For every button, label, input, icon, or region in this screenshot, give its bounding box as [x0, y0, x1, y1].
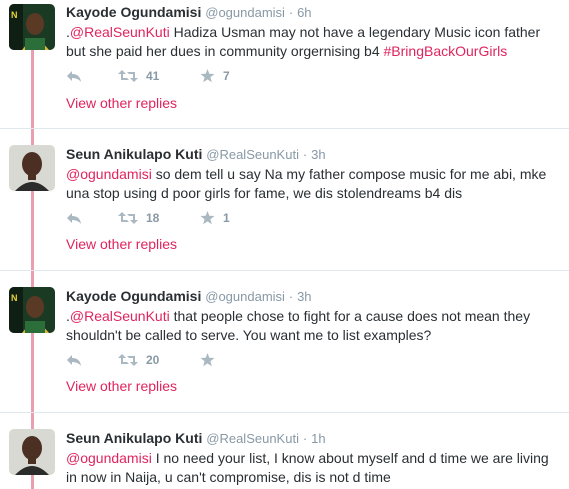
avatar[interactable]: N — [9, 287, 55, 333]
tweet-header: Seun Anikulapo Kuti @RealSeunKuti · 3h — [66, 145, 326, 164]
star-icon — [200, 211, 215, 225]
tweet-header: Kayode Ogundamisi @ogundamisi · 3h — [66, 287, 312, 306]
retweet-button[interactable]: 18 — [118, 208, 159, 228]
reply-icon — [66, 211, 82, 225]
conversation-thread: N Kayode Ogundamisi @ogundamisi · 6h .@R… — [0, 0, 569, 489]
mention-link[interactable]: @ogundamisi — [66, 450, 152, 466]
tweet-divider — [0, 128, 569, 129]
reply-button[interactable] — [66, 350, 82, 370]
tweet[interactable]: Seun Anikulapo Kuti @RealSeunKuti · 3h @… — [0, 142, 569, 260]
svg-text:N: N — [11, 10, 18, 20]
tweet-header: Seun Anikulapo Kuti @RealSeunKuti · 1h — [66, 429, 326, 448]
view-other-replies-link[interactable]: View other replies — [66, 236, 177, 252]
favorite-count: 7 — [223, 69, 230, 83]
view-other-replies-link[interactable]: View other replies — [66, 378, 177, 394]
avatar[interactable]: N — [9, 4, 55, 50]
favorite-button[interactable]: 7 — [200, 66, 230, 86]
retweet-count: 20 — [146, 353, 160, 367]
user-handle[interactable]: @RealSeunKuti — [206, 431, 299, 446]
view-other-replies-link[interactable]: View other replies — [66, 95, 177, 111]
mention-link[interactable]: @ogundamisi — [66, 166, 152, 182]
user-fullname[interactable]: Seun Anikulapo Kuti — [66, 430, 202, 446]
tweet-text: .@RealSeunKuti Hadiza Usman may not have… — [66, 23, 561, 61]
retweet-icon — [118, 69, 138, 83]
separator: · — [302, 431, 308, 446]
hashtag-link[interactable]: #BringBackOurGirls — [384, 43, 508, 59]
user-fullname[interactable]: Seun Anikulapo Kuti — [66, 146, 202, 162]
tweet[interactable]: Seun Anikulapo Kuti @RealSeunKuti · 1h @… — [0, 426, 569, 489]
tweet-text: .@RealSeunKuti that people chose to figh… — [66, 307, 561, 345]
tweet[interactable]: N Kayode Ogundamisi @ogundamisi · 3h .@R… — [0, 284, 569, 402]
retweet-icon — [118, 353, 138, 367]
favorite-count: 1 — [223, 211, 230, 225]
tweet-divider — [0, 270, 569, 271]
reply-button[interactable] — [66, 208, 82, 228]
favorite-button[interactable]: 1 — [200, 208, 230, 228]
star-icon — [200, 69, 215, 83]
tweet-text: @ogundamisi I no need your list, I know … — [66, 449, 561, 487]
tweet-actions: 18 1 — [66, 208, 366, 228]
separator: · — [288, 5, 294, 20]
tweet-actions: 20 — [66, 350, 366, 370]
retweet-icon — [118, 211, 138, 225]
separator: · — [288, 289, 294, 304]
tweet-header: Kayode Ogundamisi @ogundamisi · 6h — [66, 3, 312, 22]
tweet-divider — [0, 412, 569, 413]
retweet-button[interactable]: 20 — [118, 350, 159, 370]
user-handle[interactable]: @RealSeunKuti — [206, 147, 299, 162]
reply-icon — [66, 353, 82, 367]
tweet-timestamp[interactable]: 1h — [311, 431, 325, 446]
star-icon — [200, 353, 215, 367]
tweet-timestamp[interactable]: 3h — [311, 147, 325, 162]
user-handle[interactable]: @ogundamisi — [205, 5, 285, 20]
favorite-button[interactable] — [200, 350, 223, 370]
reply-icon — [66, 69, 82, 83]
tweet-timestamp[interactable]: 3h — [297, 289, 311, 304]
tweet-actions: 41 7 — [66, 66, 366, 86]
svg-text:N: N — [11, 293, 18, 303]
retweet-count: 18 — [146, 211, 160, 225]
reply-button[interactable] — [66, 66, 82, 86]
avatar[interactable] — [9, 429, 55, 475]
mention-link[interactable]: @RealSeunKuti — [70, 308, 170, 324]
user-fullname[interactable]: Kayode Ogundamisi — [66, 4, 201, 20]
retweet-count: 41 — [146, 69, 160, 83]
separator: · — [302, 147, 308, 162]
avatar[interactable] — [9, 145, 55, 191]
tweet-text: @ogundamisi so dem tell u say Na my fath… — [66, 165, 561, 203]
mention-link[interactable]: @RealSeunKuti — [70, 24, 170, 40]
retweet-button[interactable]: 41 — [118, 66, 159, 86]
tweet-timestamp[interactable]: 6h — [297, 5, 311, 20]
user-fullname[interactable]: Kayode Ogundamisi — [66, 288, 201, 304]
tweet[interactable]: N Kayode Ogundamisi @ogundamisi · 6h .@R… — [0, 0, 569, 118]
user-handle[interactable]: @ogundamisi — [205, 289, 285, 304]
